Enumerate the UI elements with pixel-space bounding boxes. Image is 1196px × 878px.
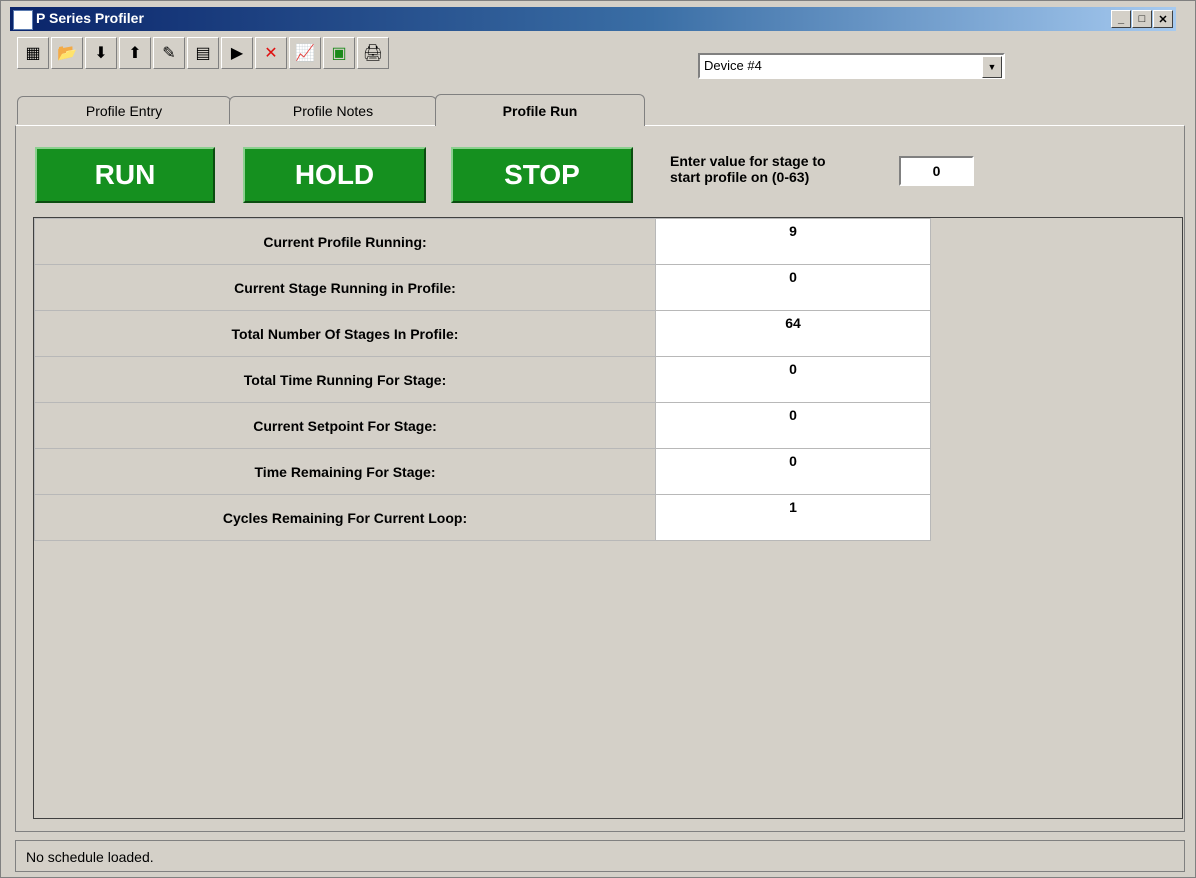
- start-stage-input[interactable]: 0: [899, 156, 974, 186]
- delete-icon[interactable]: ✕: [255, 37, 287, 69]
- status-text: No schedule loaded.: [26, 849, 154, 865]
- device-select-value: Device #4: [704, 58, 762, 73]
- write-icon[interactable]: ✎: [153, 37, 185, 69]
- device-select[interactable]: Device #4 ▼: [698, 53, 1005, 79]
- export-icon[interactable]: ⬆: [119, 37, 151, 69]
- stat-value: 64: [655, 310, 931, 357]
- profile-status-grid: Current Profile Running: 9 Current Stage R…: [33, 217, 1183, 819]
- stat-label: Current Stage Running in Profile:: [34, 264, 656, 311]
- close-button[interactable]: ✕: [1153, 10, 1173, 28]
- stat-value: 1: [655, 494, 931, 541]
- table-row: Total Time Running For Stage: 0: [34, 356, 931, 403]
- run-button[interactable]: RUN: [35, 147, 215, 203]
- app-icon: [13, 10, 33, 30]
- minimize-button[interactable]: _: [1111, 10, 1131, 28]
- folder-icon[interactable]: 📂: [51, 37, 83, 69]
- print-icon[interactable]: 🖨: [357, 37, 389, 69]
- stat-label: Total Time Running For Stage:: [34, 356, 656, 403]
- stat-value: 0: [655, 402, 931, 449]
- status-bar: No schedule loaded.: [15, 840, 1185, 872]
- start-stage-label-line2: start profile on (0-63): [670, 169, 810, 185]
- table-row: Cycles Remaining For Current Loop: 1: [34, 494, 931, 541]
- import-icon[interactable]: ⬇: [85, 37, 117, 69]
- stat-value: 0: [655, 264, 931, 311]
- grid-icon[interactable]: ▤: [187, 37, 219, 69]
- start-stage-label: Enter value for stage to start profile o…: [670, 153, 826, 185]
- table-row: Time Remaining For Stage: 0: [34, 448, 931, 495]
- play-step-icon[interactable]: ▶: [221, 37, 253, 69]
- table-row: Current Setpoint For Stage: 0: [34, 402, 931, 449]
- maximize-button[interactable]: □: [1132, 10, 1152, 28]
- start-stage-label-line1: Enter value for stage to: [670, 153, 826, 169]
- status-table: Current Profile Running: 9 Current Stage R…: [34, 218, 931, 541]
- stop-button[interactable]: STOP: [451, 147, 633, 203]
- title-bar[interactable]: P Series Profiler _ □ ✕: [10, 7, 1176, 31]
- stat-label: Time Remaining For Stage:: [34, 448, 656, 495]
- tab-profile-run[interactable]: Profile Run: [435, 94, 645, 126]
- window-title: P Series Profiler: [36, 10, 144, 26]
- save-icon[interactable]: ▣: [323, 37, 355, 69]
- table-icon[interactable]: ▦: [17, 37, 49, 69]
- stat-value: 9: [655, 218, 931, 265]
- table-row: Current Profile Running: 9: [34, 218, 931, 265]
- stat-value: 0: [655, 356, 931, 403]
- chart-icon[interactable]: 📈: [289, 37, 321, 69]
- table-row: Total Number Of Stages In Profile: 64: [34, 310, 931, 357]
- stat-value: 0: [655, 448, 931, 495]
- stat-label: Total Number Of Stages In Profile:: [34, 310, 656, 357]
- tab-profile-entry[interactable]: Profile Entry: [17, 96, 231, 124]
- toolbar: ▦ 📂 ⬇ ⬆ ✎ ▤ ▶ ✕ 📈 ▣ 🖨: [17, 37, 389, 69]
- hold-button[interactable]: HOLD: [243, 147, 426, 203]
- table-row: Current Stage Running in Profile: 0: [34, 264, 931, 311]
- stat-label: Cycles Remaining For Current Loop:: [34, 494, 656, 541]
- stat-label: Current Profile Running:: [34, 218, 656, 265]
- stat-label: Current Setpoint For Stage:: [34, 402, 656, 449]
- app-window: P Series Profiler _ □ ✕ ▦ 📂 ⬇ ⬆ ✎ ▤ ▶ ✕ …: [0, 0, 1196, 878]
- tab-profile-notes[interactable]: Profile Notes: [229, 96, 437, 124]
- chevron-down-icon[interactable]: ▼: [982, 56, 1002, 78]
